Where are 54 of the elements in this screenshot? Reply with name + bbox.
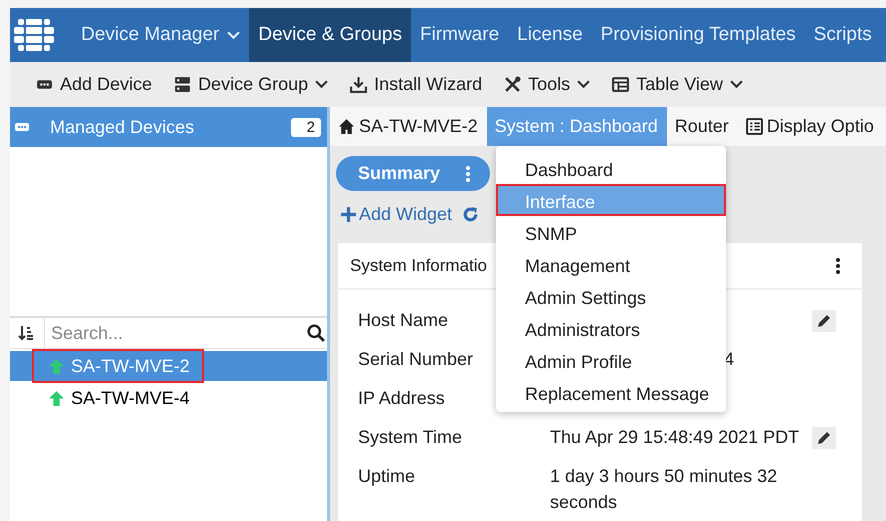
widget-title: System Informatio: [350, 256, 487, 276]
download-icon: [350, 76, 368, 93]
menu-item[interactable]: Dashboard: [496, 152, 726, 184]
toolbar-button[interactable]: Install Wizard: [350, 74, 482, 95]
menu-item[interactable]: Management: [496, 248, 726, 280]
table-icon: [612, 76, 630, 93]
chevron-down-icon: [315, 80, 328, 89]
nav-menu-item[interactable]: License: [508, 8, 592, 62]
chevron-down-icon: [577, 80, 590, 89]
menu-item[interactable]: SNMP: [496, 216, 726, 248]
pencil-icon: [816, 430, 832, 446]
search-field[interactable]: Search...: [45, 322, 307, 344]
menu-item[interactable]: Replacement Message: [496, 376, 726, 408]
menu-item[interactable]: Admin Profile: [496, 344, 726, 376]
nav-menu-item[interactable]: Device Manager: [72, 8, 250, 62]
field-label: System Time: [358, 427, 464, 448]
kebab-icon: [836, 258, 840, 274]
sidebar-title: Managed Devices: [50, 116, 196, 138]
dropdown-button[interactable]: Device Group: [174, 74, 328, 95]
menu-item[interactable]: Administrators: [496, 312, 726, 344]
edit-button[interactable]: [812, 427, 836, 449]
field-value: Thu Apr 29 15:48:49 2021 PDT: [550, 427, 800, 447]
dropdown-button[interactable]: Tools: [504, 74, 590, 95]
field-label: Uptime: [358, 466, 416, 487]
nav-menu-item[interactable]: Provisioning Templates: [592, 8, 805, 62]
field-value: 1 day 3 hours 50 minutes 32 seconds: [550, 466, 778, 512]
tab[interactable]: Display Optio: [738, 107, 883, 146]
refresh-icon: [462, 206, 480, 222]
dropdown-button[interactable]: Table View: [612, 74, 743, 95]
tab[interactable]: Router: [666, 107, 738, 146]
device-tree-item[interactable]: SA-TW-MVE-4: [10, 383, 327, 413]
sort-icon: [18, 325, 34, 341]
logo-icon: [14, 19, 54, 51]
list-icon: [746, 118, 763, 135]
nav-menu-item[interactable]: Scripts: [804, 8, 881, 62]
edit-button[interactable]: [812, 310, 836, 332]
toolbar-button[interactable]: Add Device: [36, 74, 152, 95]
add-widget-button[interactable]: Add Widget: [340, 204, 452, 224]
kebab-icon: [466, 166, 470, 182]
server-icon: [174, 76, 192, 93]
chevron-down-icon: [227, 30, 240, 40]
up-arrow-icon: [48, 358, 65, 374]
count-badge: 2: [290, 118, 321, 136]
tab[interactable]: SA-TW-MVE-2: [330, 107, 487, 146]
tools-icon: [504, 76, 522, 93]
pencil-icon: [816, 313, 832, 329]
nav-menu-item[interactable]: Device & Groups: [249, 8, 411, 62]
search-icon: [307, 324, 325, 342]
nav-menu-item[interactable]: Firmware: [410, 8, 508, 62]
plus-icon: [340, 206, 357, 222]
home-icon: [338, 118, 355, 135]
menu-item[interactable]: Admin Settings: [496, 280, 726, 312]
up-arrow-icon: [48, 390, 65, 406]
chevron-down-icon: [730, 80, 743, 89]
